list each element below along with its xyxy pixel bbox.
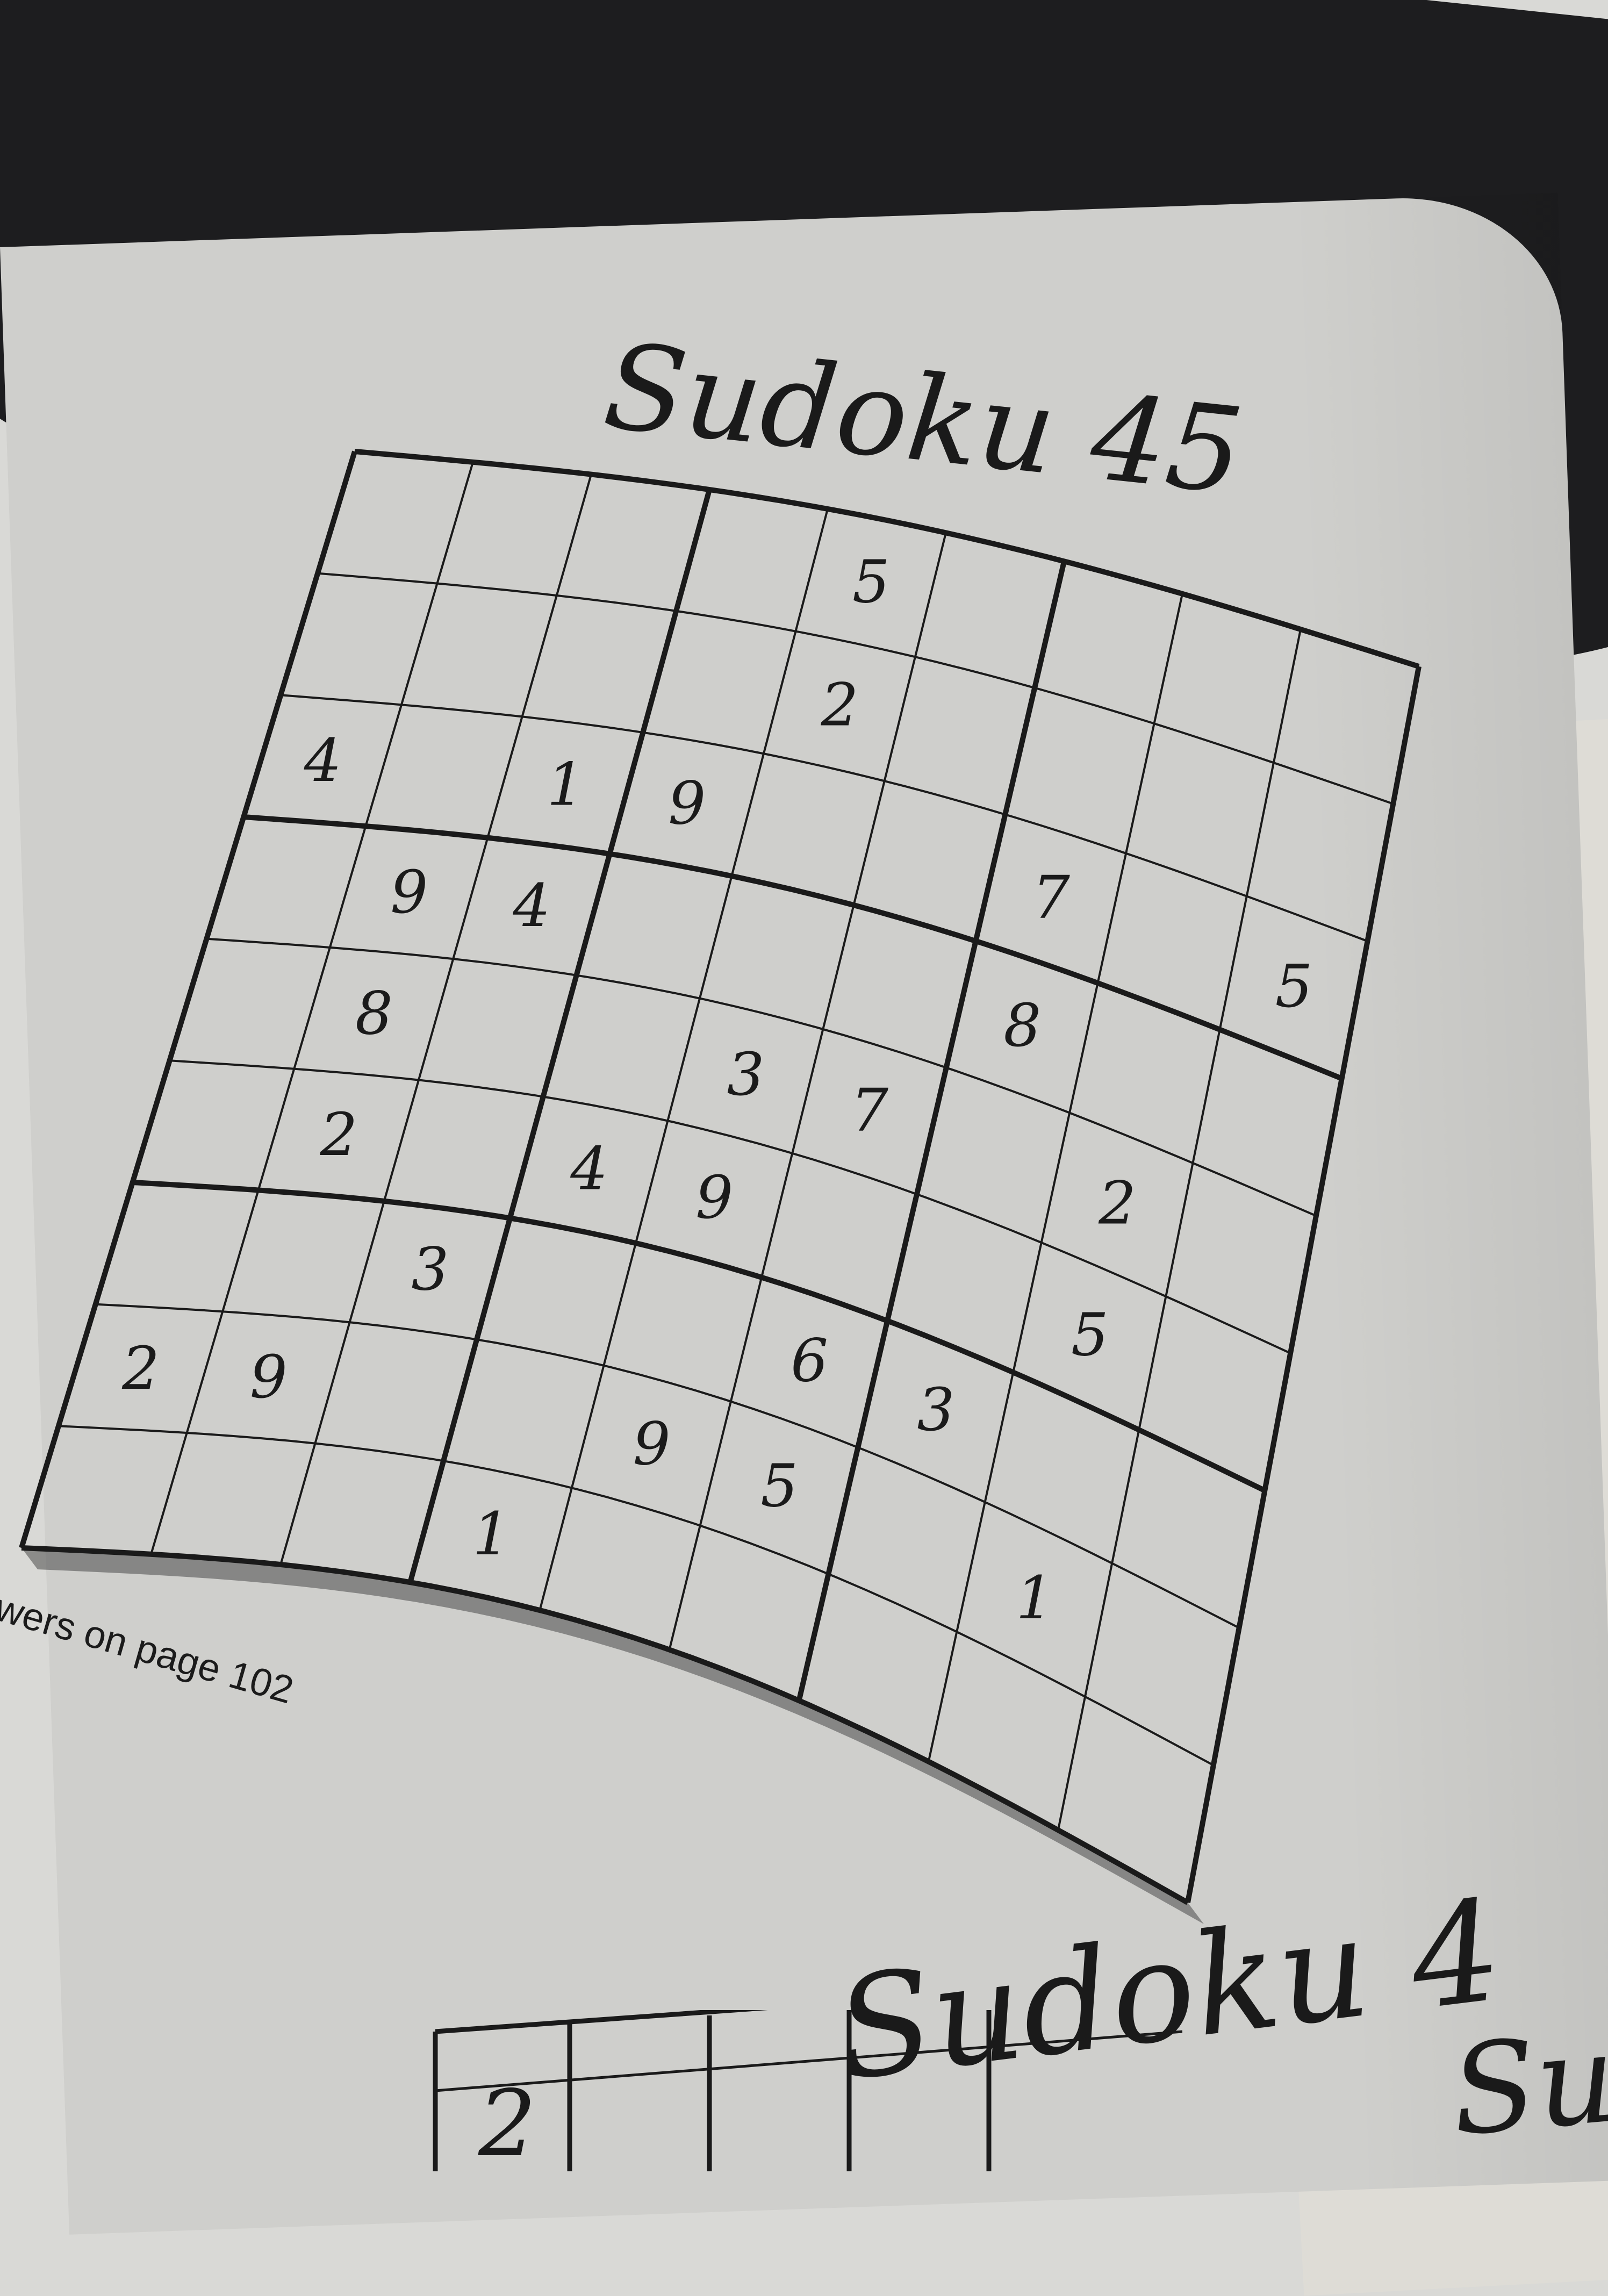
grid-line-col-4: [539, 508, 829, 1611]
given-digit-r2c3: 9: [668, 769, 706, 837]
given-digit-r2c8: 5: [1275, 952, 1313, 1021]
given-digit-r3c2: 4: [512, 871, 550, 940]
grid-line-col-1: [150, 462, 474, 1555]
given-digit-r3c1: 9: [390, 858, 428, 927]
grid-line-col-7: [927, 593, 1183, 1762]
photo-scene: orld of doku Sudoku 45 52419759488372249…: [0, 0, 1608, 2296]
grid-line-col-0: [19, 450, 357, 1549]
given-digit-r6c2: 3: [411, 1235, 449, 1304]
given-digit-r2c2: 1: [547, 750, 584, 819]
given-digit-r5c3: 4: [570, 1134, 608, 1203]
grid-line-row-9: [21, 1545, 1189, 1905]
given-digit-r3c6: 8: [1003, 991, 1041, 1060]
given-digit-r2c0: 4: [304, 726, 342, 795]
given-digit-r5c4: 9: [695, 1163, 733, 1232]
grid-line-col-5: [668, 532, 947, 1650]
grid-line-row-3: [243, 814, 1343, 1081]
given-digit-r7c1: 9: [250, 1343, 288, 1411]
given-digit-r4c4: 3: [727, 1040, 765, 1109]
given-digit-r5c7: 5: [1071, 1300, 1109, 1369]
given-digit-r6c5: 6: [791, 1326, 828, 1395]
given-digit-r4c7: 2: [1098, 1169, 1136, 1238]
given-digit-r4c1: 8: [355, 979, 393, 1047]
grid-line-col-9: [1185, 666, 1422, 1903]
grid-line-col-8: [1057, 629, 1302, 1831]
grid-line-col-2: [279, 474, 592, 1565]
next-puzzle-first-digit: 2: [478, 2071, 536, 2171]
given-digit-r7c5: 5: [760, 1452, 798, 1520]
given-digit-r7c0: 2: [121, 1334, 160, 1403]
given-digit-r1c4: 2: [821, 671, 859, 740]
next-puzzle-grid-top: 2: [433, 2010, 1182, 2171]
background-page-title: Su: [1446, 2006, 1608, 2164]
given-digit-r6c6: 3: [917, 1375, 954, 1444]
given-digit-r4c5: 7: [851, 1075, 888, 1144]
given-digit-r7c7: 1: [1016, 1563, 1053, 1632]
given-digit-r0c4: 5: [852, 548, 890, 616]
given-digit-r5c1: 2: [319, 1100, 357, 1169]
given-digit-r7c4: 9: [633, 1409, 671, 1478]
given-digit-r8c3: 1: [472, 1499, 510, 1568]
sudoku-grid: 524 1 9759 4883722 4 953632 99511: [19, 449, 1422, 1924]
given-digit-r2c6: 7: [1032, 863, 1070, 932]
